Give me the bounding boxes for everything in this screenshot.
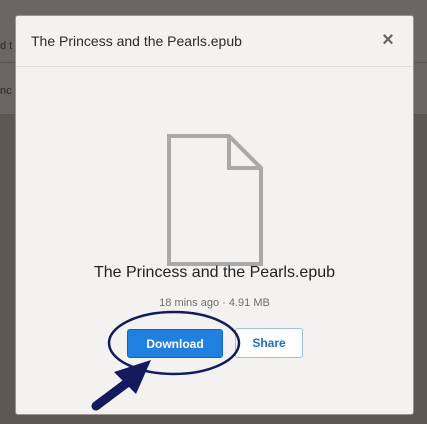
share-button[interactable]: Share	[235, 328, 303, 358]
close-icon[interactable]: ×	[379, 30, 397, 50]
dialog-header: The Princess and the Pearls.epub ×	[16, 16, 413, 67]
background-text-fragment: nc	[0, 85, 12, 97]
download-button[interactable]: Download	[127, 329, 223, 358]
document-icon	[167, 134, 263, 266]
background-text-fragment: d t	[0, 40, 13, 52]
file-meta: 18 mins ago · 4.91 MB	[159, 297, 270, 309]
file-name: The Princess and the Pearls.epub	[93, 264, 336, 281]
dialog-title: The Princess and the Pearls.epub	[31, 33, 242, 49]
file-preview-dialog: The Princess and the Pearls.epub × The P…	[15, 15, 414, 415]
